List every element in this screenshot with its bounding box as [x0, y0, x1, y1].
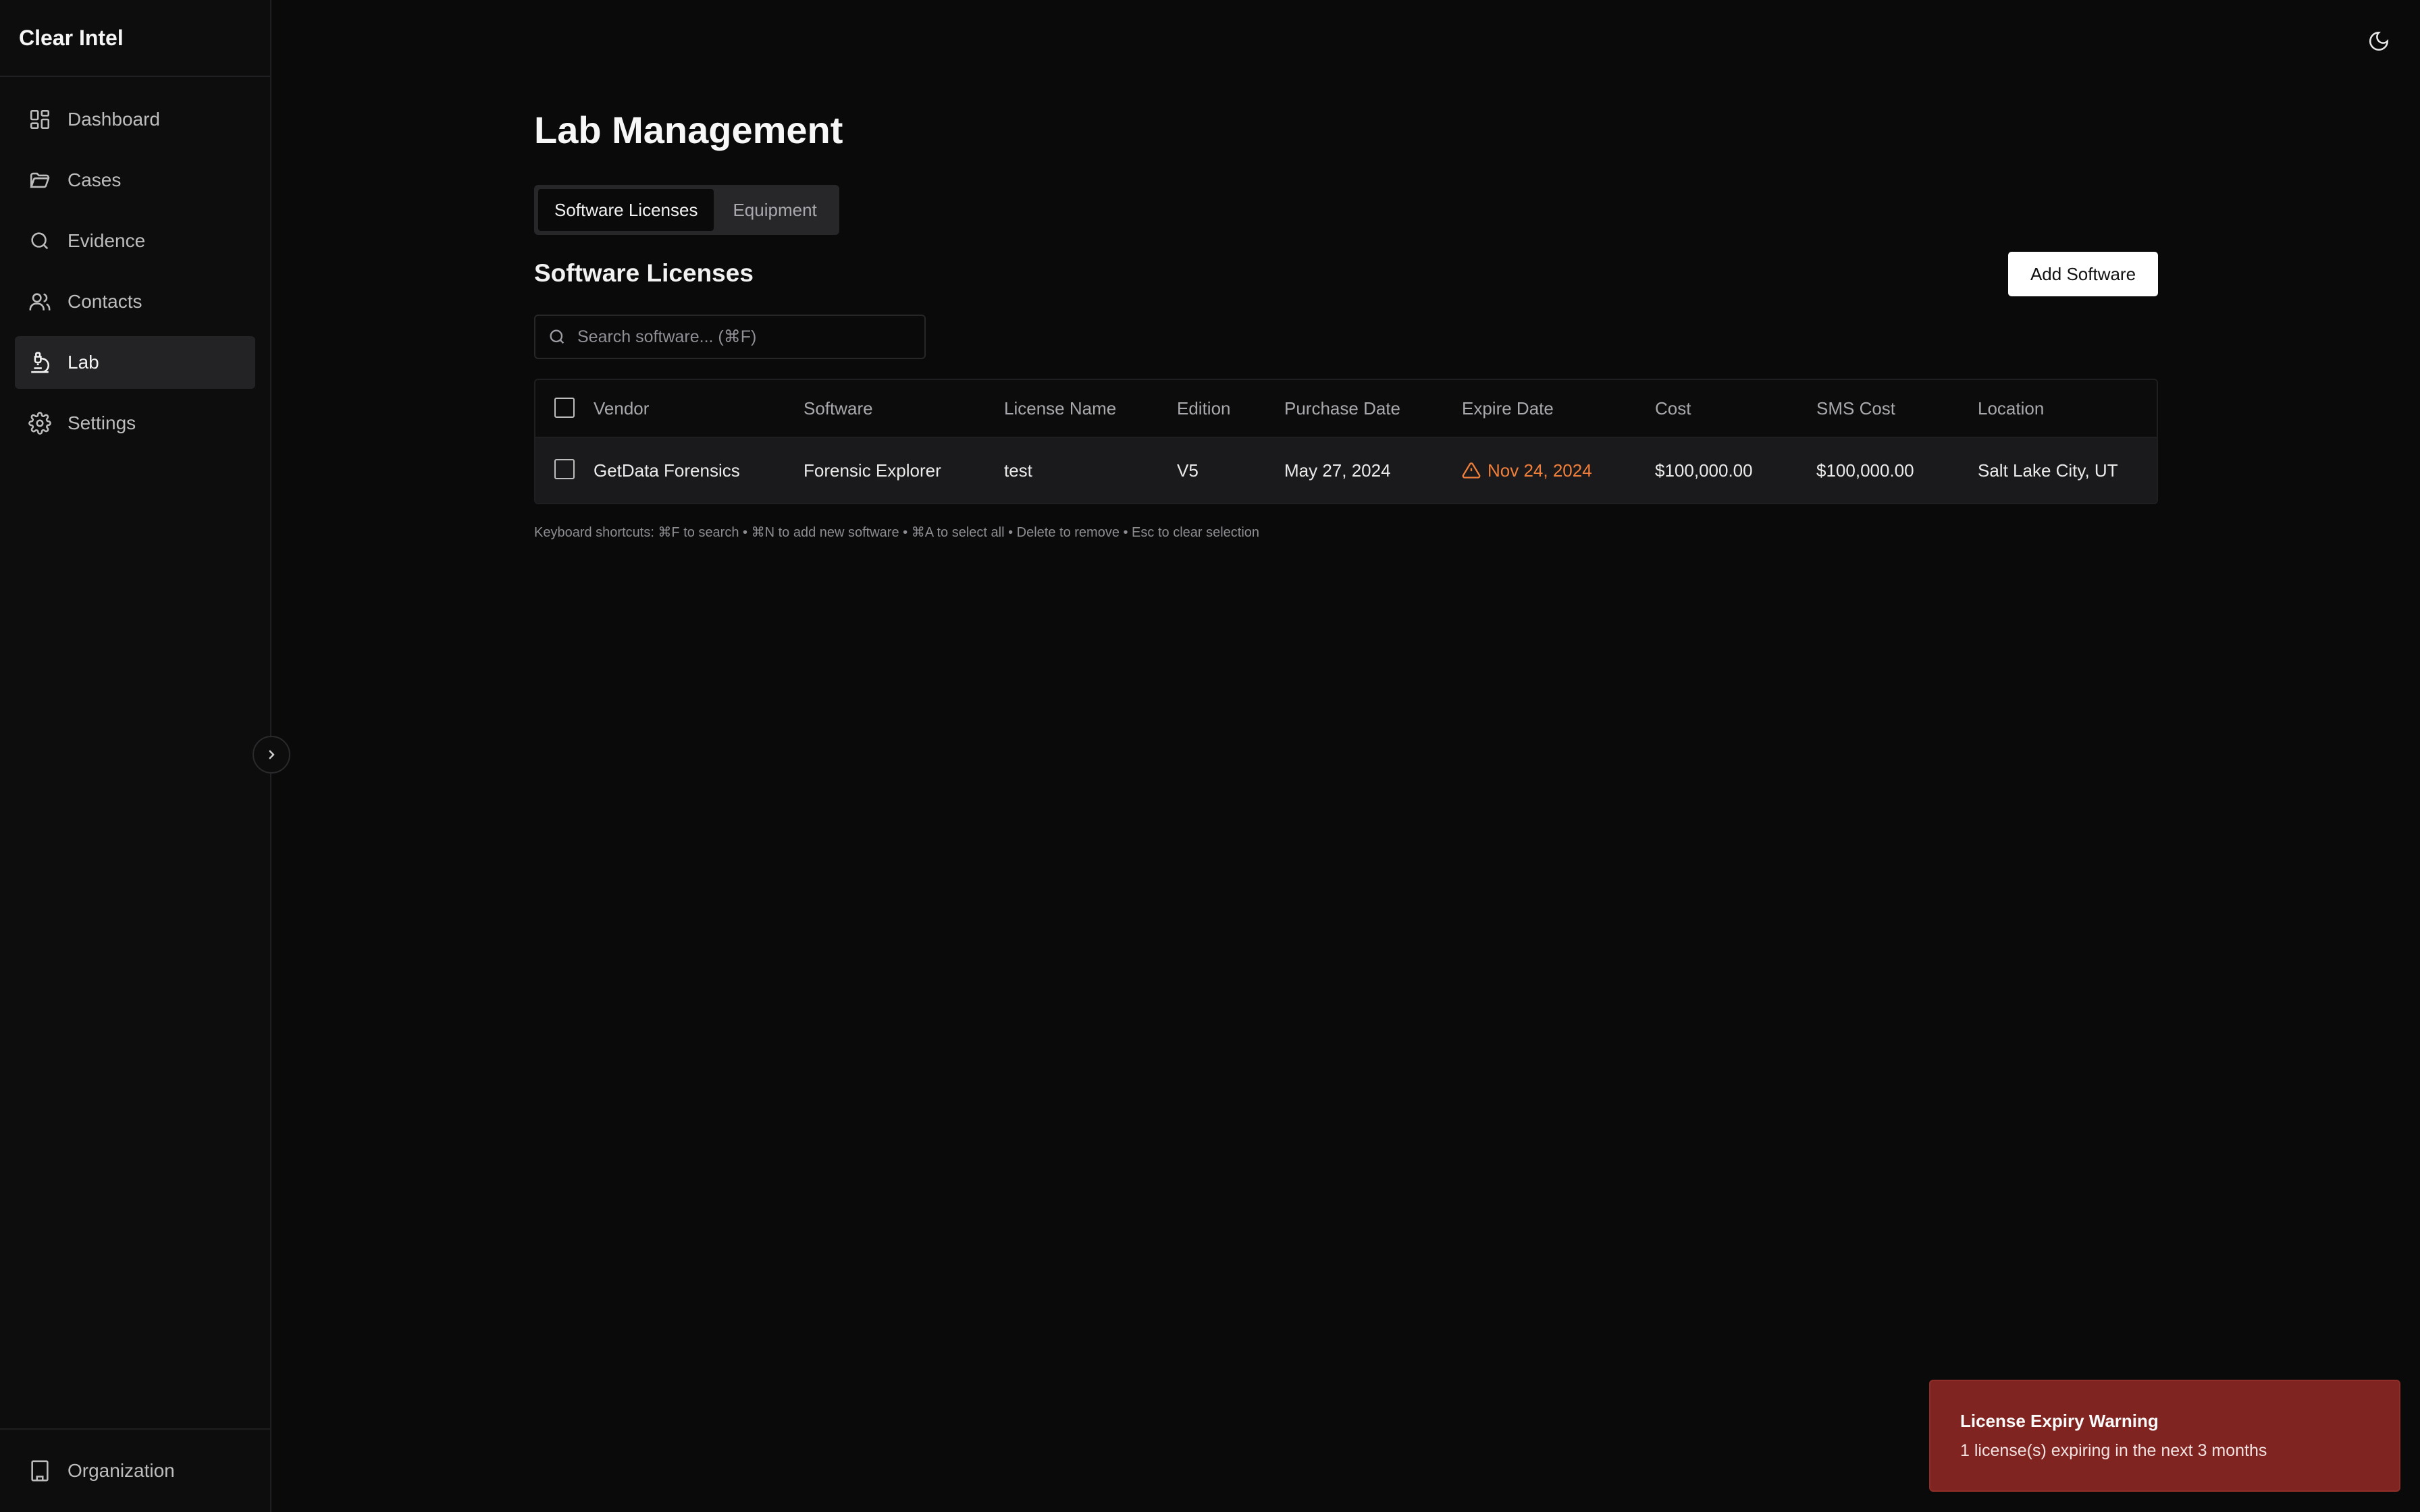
sidebar-item-settings[interactable]: Settings: [15, 397, 255, 450]
column-header-location: Location: [1978, 398, 2045, 418]
moon-icon: [2369, 31, 2389, 51]
toast-message: 1 license(s) expiring in the next 3 mont…: [1960, 1441, 2267, 1460]
microscope-icon: [31, 352, 50, 373]
users-icon: [29, 293, 51, 310]
row-checkbox[interactable]: [554, 459, 575, 479]
warning-icon: [1462, 462, 1481, 479]
sidebar-item-dashboard[interactable]: Dashboard: [15, 93, 255, 146]
sidebar-item-label: Contacts: [68, 291, 142, 312]
dashboard-icon: [30, 109, 50, 130]
column-header-sms-cost: SMS Cost: [1816, 398, 1896, 418]
select-all-checkbox[interactable]: [554, 398, 575, 418]
expire-date-text: Nov 24, 2024: [1488, 460, 1592, 481]
sidebar-nav: Dashboard Cases Evidence Contacts Lab Se…: [0, 77, 270, 450]
search-box: [534, 315, 926, 359]
cell-vendor: GetData Forensics: [594, 460, 740, 481]
cell-purchase-date: May 27, 2024: [1284, 460, 1391, 481]
column-header-edition: Edition: [1177, 398, 1231, 418]
theme-toggle-button[interactable]: [2363, 26, 2394, 57]
sidebar-item-label: Cases: [68, 169, 122, 190]
cell-license-name: test: [1004, 460, 1032, 481]
cell-location: Salt Lake City, UT: [1978, 460, 2118, 481]
section-title: Software Licenses: [534, 259, 754, 287]
page-title: Lab Management: [534, 109, 843, 151]
organization-label: Organization: [68, 1460, 175, 1481]
building-icon: [31, 1460, 49, 1482]
sidebar-item-evidence[interactable]: Evidence: [15, 215, 255, 267]
sidebar-item-contacts[interactable]: Contacts: [15, 275, 255, 328]
sidebar-item-label: Dashboard: [68, 109, 160, 130]
chevron-right-icon: [269, 750, 275, 759]
toast-title: License Expiry Warning: [1960, 1411, 2159, 1431]
tab-software-licenses[interactable]: Software Licenses: [538, 189, 714, 231]
column-header-software: Software: [804, 398, 873, 418]
sidebar-item-cases[interactable]: Cases: [15, 154, 255, 207]
sidebar-item-organization[interactable]: Organization: [0, 1428, 270, 1512]
column-header-cost: Cost: [1655, 398, 1691, 418]
app-brand: Clear Intel: [0, 0, 270, 77]
search-icon: [31, 232, 49, 250]
cell-expire-date: Nov 24, 2024: [1462, 460, 1592, 481]
license-expiry-toast[interactable]: License Expiry Warning 1 license(s) expi…: [1929, 1380, 2400, 1492]
sidebar-item-label: Settings: [68, 412, 136, 433]
cell-software: Forensic Explorer: [804, 460, 941, 481]
column-header-purchase-date: Purchase Date: [1284, 398, 1400, 418]
gear-icon: [28, 412, 51, 435]
add-software-button[interactable]: Add Software: [2008, 252, 2158, 296]
search-icon: [550, 329, 564, 344]
column-header-expire-date: Expire Date: [1462, 398, 1554, 418]
column-header-license-name: License Name: [1004, 398, 1117, 418]
sidebar-item-lab[interactable]: Lab: [15, 336, 255, 389]
sidebar-item-label: Lab: [68, 352, 99, 373]
folder-icon: [30, 172, 50, 188]
sidebar: Clear Intel Dashboard Cases Evidence Con…: [0, 0, 271, 1512]
column-header-vendor: Vendor: [594, 398, 650, 418]
app-root: Clear Intel Dashboard Cases Evidence Con…: [0, 0, 2420, 1512]
table-row[interactable]: GetData Forensics Forensic Explorer test…: [535, 438, 2157, 503]
sidebar-item-label: Evidence: [68, 230, 146, 251]
cell-cost: $100,000.00: [1655, 460, 1753, 481]
tab-list: Software Licenses Equipment: [534, 185, 839, 235]
table-header-row: Vendor Software License Name Edition Pur…: [535, 380, 2157, 438]
keyboard-shortcuts-hint: Keyboard shortcuts: ⌘F to search • ⌘N to…: [534, 525, 1260, 540]
cell-edition: V5: [1177, 460, 1199, 481]
search-input[interactable]: [577, 327, 912, 347]
sidebar-expand-button[interactable]: [253, 736, 290, 774]
cell-sms-cost: $100,000.00: [1816, 460, 1914, 481]
tab-equipment[interactable]: Equipment: [716, 189, 833, 231]
software-licenses-table: Vendor Software License Name Edition Pur…: [534, 379, 2158, 504]
